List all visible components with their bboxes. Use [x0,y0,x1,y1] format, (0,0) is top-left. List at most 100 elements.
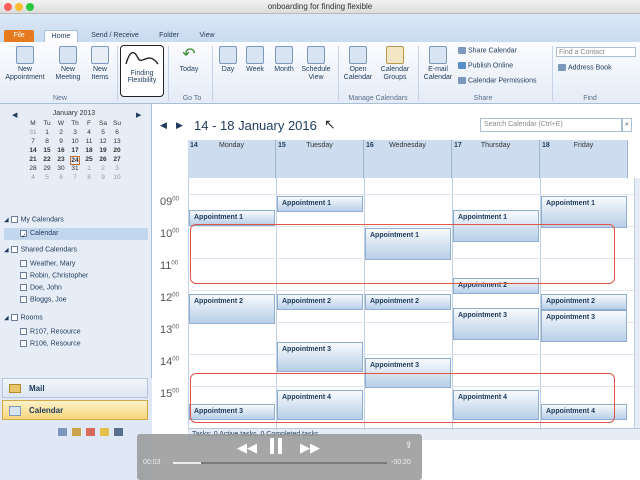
mini-calendar-day[interactable]: 8 [84,174,94,181]
mini-calendar-next-icon[interactable]: ▶ [136,111,141,119]
nav-mail-button[interactable]: Mail [2,378,148,398]
shared-checkbox[interactable] [20,260,27,267]
shared-checkbox[interactable] [20,272,27,279]
appointment[interactable]: Appointment 2 [189,294,275,324]
appointment[interactable]: Appointment 2 [365,294,451,310]
mini-calendar-day[interactable]: 7 [28,138,38,145]
mini-calendar-day[interactable]: 1 [42,129,52,136]
mini-calendar-prev-icon[interactable]: ◀ [12,111,17,119]
scrub-bar[interactable] [173,462,387,464]
contacts-icon[interactable] [58,428,67,436]
mini-calendar-day[interactable]: 5 [98,129,108,136]
tab-send-receive[interactable]: Send / Receive [84,30,146,42]
folder-room[interactable]: R106, Resource [20,340,81,347]
mini-calendar-day[interactable]: 22 [42,156,52,163]
tab-home[interactable]: Home [44,30,78,42]
tab-folder[interactable]: Folder [152,30,186,42]
nav-calendar-button[interactable]: Calendar [2,400,148,420]
mini-calendar-day[interactable]: 26 [98,156,108,163]
my-calendars-group[interactable]: ◢ My Calendars [4,216,64,223]
tasks-icon[interactable] [72,428,81,436]
folder-shared-calendar[interactable]: Bloggs, Joe [20,296,67,303]
mini-calendar-day[interactable]: 18 [84,147,94,154]
day-header[interactable]: 15 Tuesday [276,140,364,178]
mini-calendar-day[interactable]: 2 [56,129,66,136]
mini-calendar-day[interactable]: 30 [56,165,66,172]
mini-calendar-day[interactable]: 6 [112,129,122,136]
mini-calendar-day[interactable]: 13 [112,138,122,145]
mini-calendar-day[interactable]: 9 [56,138,66,145]
room-checkbox[interactable] [20,340,27,347]
room-checkbox[interactable] [20,328,27,335]
mini-calendar-day[interactable]: 25 [84,156,94,163]
mini-calendar-day[interactable]: 14 [28,147,38,154]
mini-calendar-day[interactable]: 21 [28,156,38,163]
mini-calendar-day[interactable]: 31 [70,165,80,172]
day-header[interactable]: 17 Thursday [452,140,540,178]
shared-checkbox[interactable] [20,296,27,303]
mini-calendar-day[interactable]: 8 [42,138,52,145]
mini-calendar-day[interactable]: 9 [98,174,108,181]
shared-calendars-group[interactable]: ◢ Shared Calendars [4,246,77,253]
address-book-button[interactable]: Address Book [558,64,612,71]
mini-calendar-day[interactable]: 10 [70,138,80,145]
appointment[interactable]: Appointment 2 [541,294,627,310]
appointment[interactable]: Appointment 1 [277,196,363,212]
mini-calendar-day[interactable]: 5 [42,174,52,181]
folder-shared-calendar[interactable]: Robin, Christopher [20,272,88,279]
mini-calendar-day[interactable]: 16 [56,147,66,154]
prev-week-icon[interactable]: ◀ [160,120,167,131]
mini-calendar-day[interactable]: 29 [42,165,52,172]
notes-icon[interactable] [86,428,95,436]
week-view-button[interactable]: Week [242,46,268,74]
rooms-checkbox[interactable] [10,314,18,321]
appointment[interactable]: Appointment 2 [277,294,363,310]
rewind-icon[interactable]: ◀◀ [237,440,257,456]
mini-calendar-day[interactable]: 1 [84,165,94,172]
search-calendar-input[interactable]: Search Calendar (Ctrl+E) [480,118,622,132]
find-contact-input[interactable]: Find a Contact [556,47,636,57]
pause-icon-bar[interactable] [270,438,274,454]
mini-calendar-day[interactable]: 31 [28,129,38,136]
mini-calendar-day[interactable]: 12 [98,138,108,145]
open-calendar-button[interactable]: Open Calendar [342,46,374,82]
mini-calendar-day[interactable]: 17 [70,147,80,154]
shared-calendars-checkbox[interactable] [10,246,18,253]
folder-list-icon[interactable] [100,428,109,436]
vertical-scrollbar[interactable] [634,178,640,430]
share-video-icon[interactable]: ⇪ [405,440,413,451]
mini-calendar-day[interactable]: 4 [28,174,38,181]
mini-calendar-day[interactable]: 2 [98,165,108,172]
day-header[interactable]: 16 Wednesday [364,140,452,178]
folder-room[interactable]: R107, Resource [20,328,81,335]
pause-icon-bar[interactable] [278,438,282,454]
mini-calendar-day[interactable]: 28 [28,165,38,172]
day-header[interactable]: 14 Monday [188,140,276,178]
mini-calendar-day[interactable]: 23 [56,156,66,163]
calendar-groups-button[interactable]: Calendar Groups [376,46,414,82]
email-calendar-button[interactable]: E-mail Calendar [422,46,454,82]
folder-calendar[interactable]: ✓ Calendar [4,228,148,240]
today-button[interactable]: ↶ Today [174,46,204,74]
new-items-button[interactable]: New Items [86,46,114,82]
share-calendar-button[interactable]: Share Calendar [458,47,517,54]
mini-calendar-day[interactable]: 27 [112,156,122,163]
day-view-button[interactable]: Day [216,46,240,74]
calendar-permissions-button[interactable]: Calendar Permissions [458,77,536,84]
tab-file[interactable]: File [4,30,34,42]
mini-calendar-day[interactable]: 10 [112,174,122,181]
mini-calendar-day[interactable]: 15 [42,147,52,154]
folder-shared-calendar[interactable]: Doe, John [20,284,62,291]
mini-calendar-day[interactable]: 11 [84,138,94,145]
shared-checkbox[interactable] [20,284,27,291]
appointment[interactable]: Appointment 3 [277,342,363,372]
mini-calendar-day[interactable]: 3 [112,165,122,172]
finding-flexibility-button[interactable]: Finding Flexibility [120,45,164,97]
folder-shared-calendar[interactable]: Weather, Mary [20,260,75,267]
fast-forward-icon[interactable]: ▶▶ [300,440,320,456]
publish-online-button[interactable]: Publish Online [458,62,513,69]
new-meeting-button[interactable]: New Meeting [52,46,84,82]
mini-calendar-day[interactable]: 3 [70,129,80,136]
mini-calendar-day[interactable]: 19 [98,147,108,154]
appointment[interactable]: Appointment 3 [541,310,627,342]
